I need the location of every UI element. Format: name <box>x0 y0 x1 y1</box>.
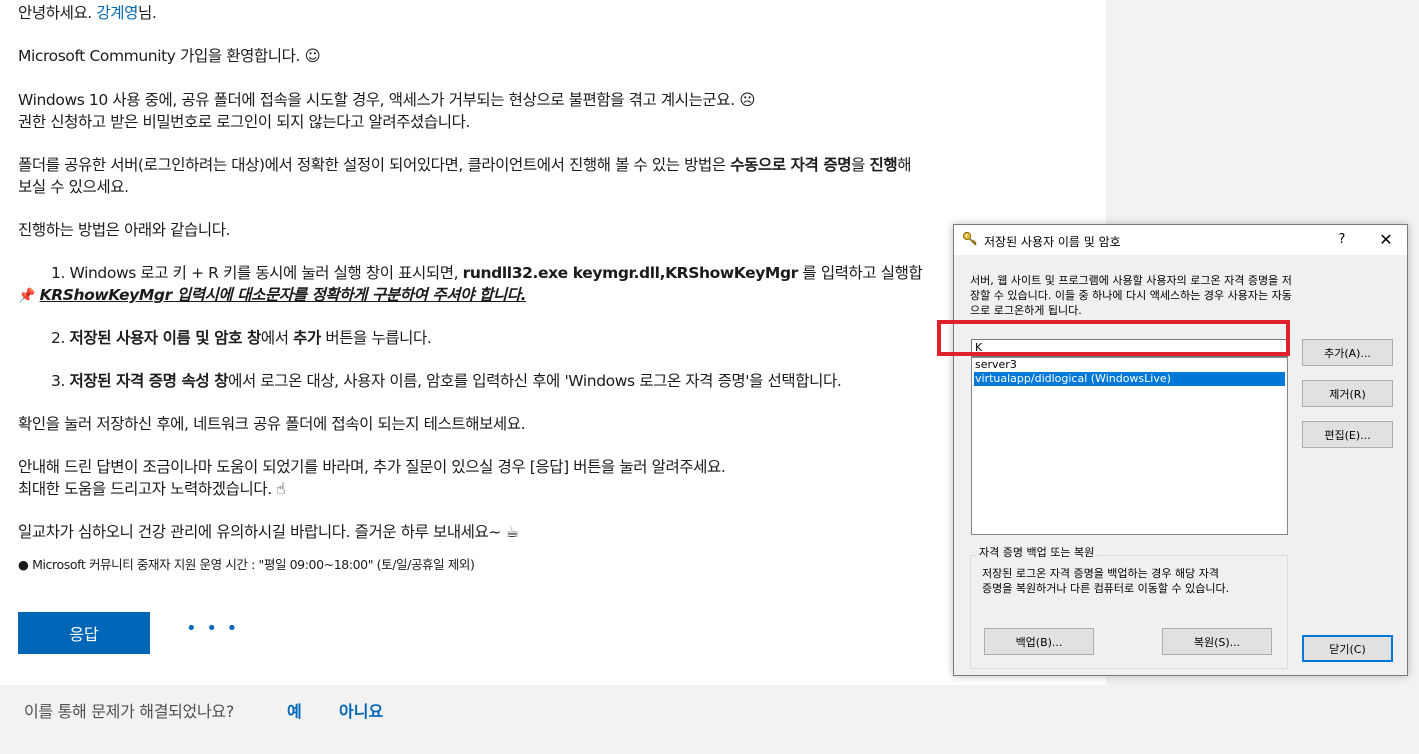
cause-text-line1: 폴더를 공유한 서버(로그인하려는 대상)에서 정확한 설정이 되어있다면, 클… <box>18 156 912 174</box>
dialog-close-button[interactable]: 닫기(C) <box>1302 635 1393 662</box>
edit-button[interactable]: 편집(E)... <box>1302 421 1393 448</box>
greeting: 안녕하세요. 강계영님. <box>18 4 157 22</box>
step-1-note: 📌 KRShowKeyMgr 입력시에 대소문자를 정확하게 구분하여 주셔야 … <box>18 286 527 304</box>
step-1: 1. Windows 로고 키 + R 키를 동시에 눌러 실행 창이 표시되면… <box>51 264 923 282</box>
backup-button[interactable]: 백업(B)... <box>984 628 1094 655</box>
cause-text-line2: 보실 수 있으세요. <box>18 178 129 196</box>
help-button[interactable]: ? <box>1328 227 1356 253</box>
closing-line2: 최대한 도움을 드리고자 노력하겠습니다. ☝ <box>18 480 286 498</box>
step-3: 3. 저장된 자격 증명 속성 창에서 로그온 대상, 사용자 이름, 암호를 … <box>51 372 842 390</box>
closing-line1: 안내해 드린 답변이 조금이나마 도움이 되었기를 바라며, 추가 질문이 있으… <box>18 458 726 476</box>
red-highlight-box <box>937 320 1290 356</box>
dialog-title: 저장된 사용자 이름 및 암호 <box>984 235 1121 249</box>
add-button[interactable]: 추가(A)... <box>1302 339 1393 366</box>
close-icon[interactable]: ✕ <box>1370 227 1402 253</box>
issue-text-line2: 권한 신청하고 받은 비밀번호로 로그인이 되지 않는다고 알려주셨습니다. <box>18 113 471 131</box>
step-2: 2. 저장된 사용자 이름 및 암호 창에서 추가 버튼을 누릅니다. <box>51 329 432 347</box>
confirm-text: 확인을 눌러 저장하신 후에, 네트워크 공유 폴더에 접속이 되는지 테스트해… <box>18 415 526 433</box>
more-options-icon[interactable]: • • • <box>186 618 239 639</box>
issue-text-line1: Windows 10 사용 중에, 공유 폴더에 접속을 시도할 경우, 액세스… <box>18 91 755 109</box>
feedback-question: 이를 통해 문제가 해결되었나요? <box>24 702 235 721</box>
list-item-selected[interactable]: virtualapp/didlogical (WindowsLive) <box>974 372 1285 386</box>
method-intro: 진행하는 방법은 아래와 같습니다. <box>18 221 231 239</box>
remove-button[interactable]: 제거(R) <box>1302 380 1393 407</box>
key-icon <box>962 231 977 246</box>
feedback-yes-link[interactable]: 예 <box>287 698 302 722</box>
credentials-list[interactable]: server3 virtualapp/didlogical (WindowsLi… <box>971 357 1288 535</box>
dialog-description: 서버, 웹 사이트 및 프로그램에 사용할 사용자의 로그온 자격 증명을 저 … <box>970 274 1292 317</box>
list-item[interactable]: server3 <box>974 358 1285 372</box>
restore-button[interactable]: 복원(S)... <box>1162 628 1272 655</box>
support-hours-note: ● Microsoft 커뮤니티 중재자 지원 운영 시간 : "평일 09:0… <box>18 557 475 572</box>
backup-restore-group-title: 자격 증명 백업 또는 복원 <box>976 544 1098 560</box>
reply-button[interactable]: 응답 <box>18 612 150 654</box>
welcome-text: Microsoft Community 가입을 환영합니다. ☺ <box>18 47 321 65</box>
pin-icon: 📌 <box>18 288 36 304</box>
backup-restore-description: 저장된 로그온 자격 증명을 백업하는 경우 해당 자격 증명을 복원하거나 다… <box>982 567 1230 595</box>
stored-credentials-dialog: 저장된 사용자 이름 및 암호 ? ✕ 서버, 웹 사이트 및 프로그램에 사용… <box>953 224 1408 676</box>
feedback-no-link[interactable]: 아니요 <box>339 698 383 722</box>
user-name-link[interactable]: 강계영 <box>96 4 138 22</box>
dialog-titlebar[interactable]: 저장된 사용자 이름 및 암호 ? ✕ <box>954 225 1407 255</box>
farewell-text: 일교차가 심하오니 건강 관리에 유의하시길 바랍니다. 즐거운 하루 보내세요… <box>18 523 520 541</box>
